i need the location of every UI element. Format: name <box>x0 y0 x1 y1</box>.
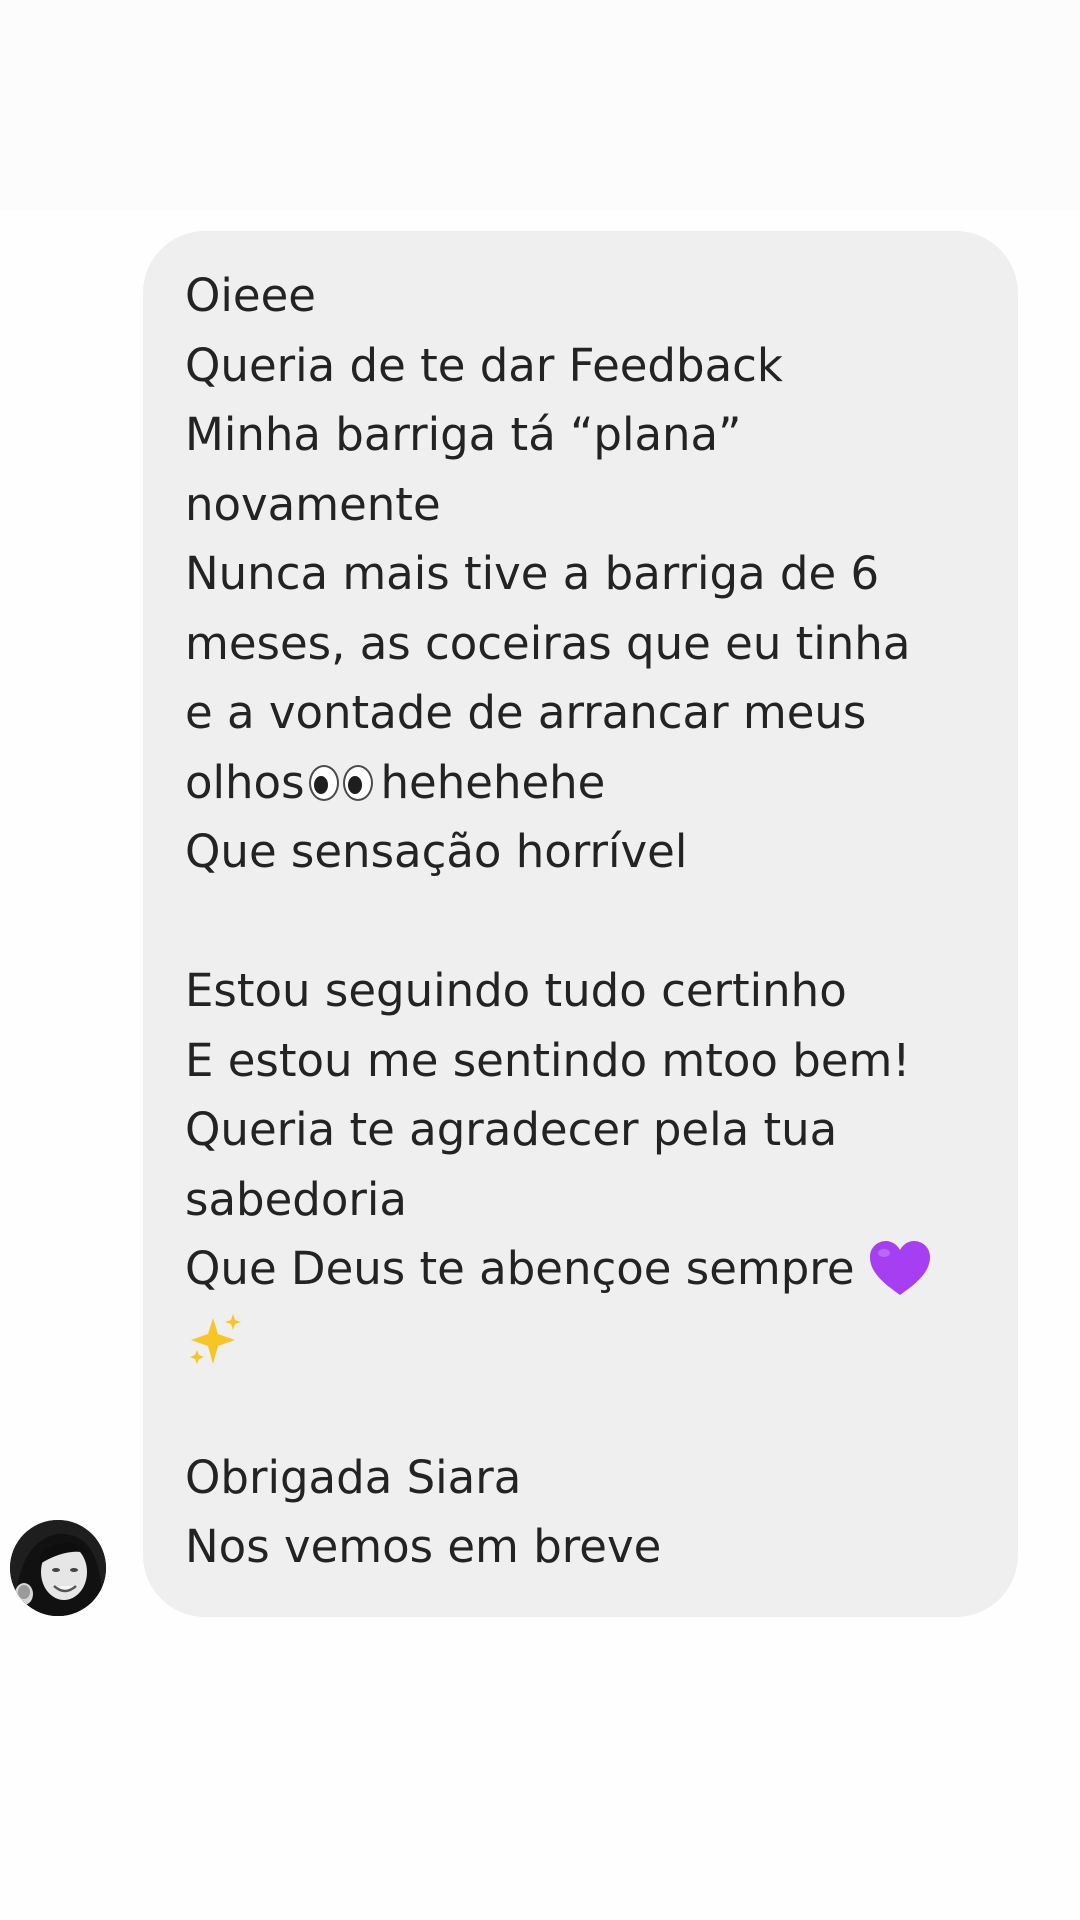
avatar[interactable] <box>10 1520 106 1616</box>
sparkles-icon <box>190 1313 241 1364</box>
message-line-blank <box>185 1373 988 1443</box>
message-line: Minha barriga tá “plana” <box>185 408 742 461</box>
message-line-with-sparkles <box>185 1304 988 1374</box>
message-text: Que Deus te abençoe sempre <box>185 1242 855 1295</box>
message-text: olhos <box>185 755 305 809</box>
message-line: Estou seguindo tudo certinho <box>185 964 847 1017</box>
message-line: meses, as coceiras que eu tinha <box>185 616 911 670</box>
message-line: Queria te agradecer pela tua <box>185 1103 838 1156</box>
eyes-icon <box>308 763 375 803</box>
message-line: sabedoria <box>185 1172 407 1226</box>
message-line-with-eyes: olhos hehehehe <box>185 748 988 818</box>
message-line: e a vontade de arrancar meus <box>185 686 867 739</box>
header-area <box>0 0 1080 210</box>
message-line: Nos vemos em breve <box>185 1520 662 1573</box>
message-bubble[interactable]: Oieee Queria de te dar Feedback Minha ba… <box>143 231 1018 1617</box>
message-line: Oieee <box>185 269 316 322</box>
message-text: hehehehe <box>380 755 606 809</box>
message-line: Que sensação horrível <box>185 825 688 878</box>
purple-heart-icon <box>869 1241 930 1295</box>
message-line: E estou me sentindo mtoo bem! <box>185 1033 911 1087</box>
message-line-blank <box>185 887 988 957</box>
message-line-with-heart: Que Deus te abençoe sempre <box>185 1234 988 1304</box>
message-line: Queria de te dar Feedback <box>185 338 783 392</box>
message-line: Obrigada Siara <box>185 1450 522 1504</box>
message-line: Nunca mais tive a barriga de 6 <box>185 547 880 600</box>
footer-area <box>0 1700 1080 1920</box>
message-line: novamente <box>185 477 441 531</box>
avatar-photo <box>10 1520 106 1616</box>
